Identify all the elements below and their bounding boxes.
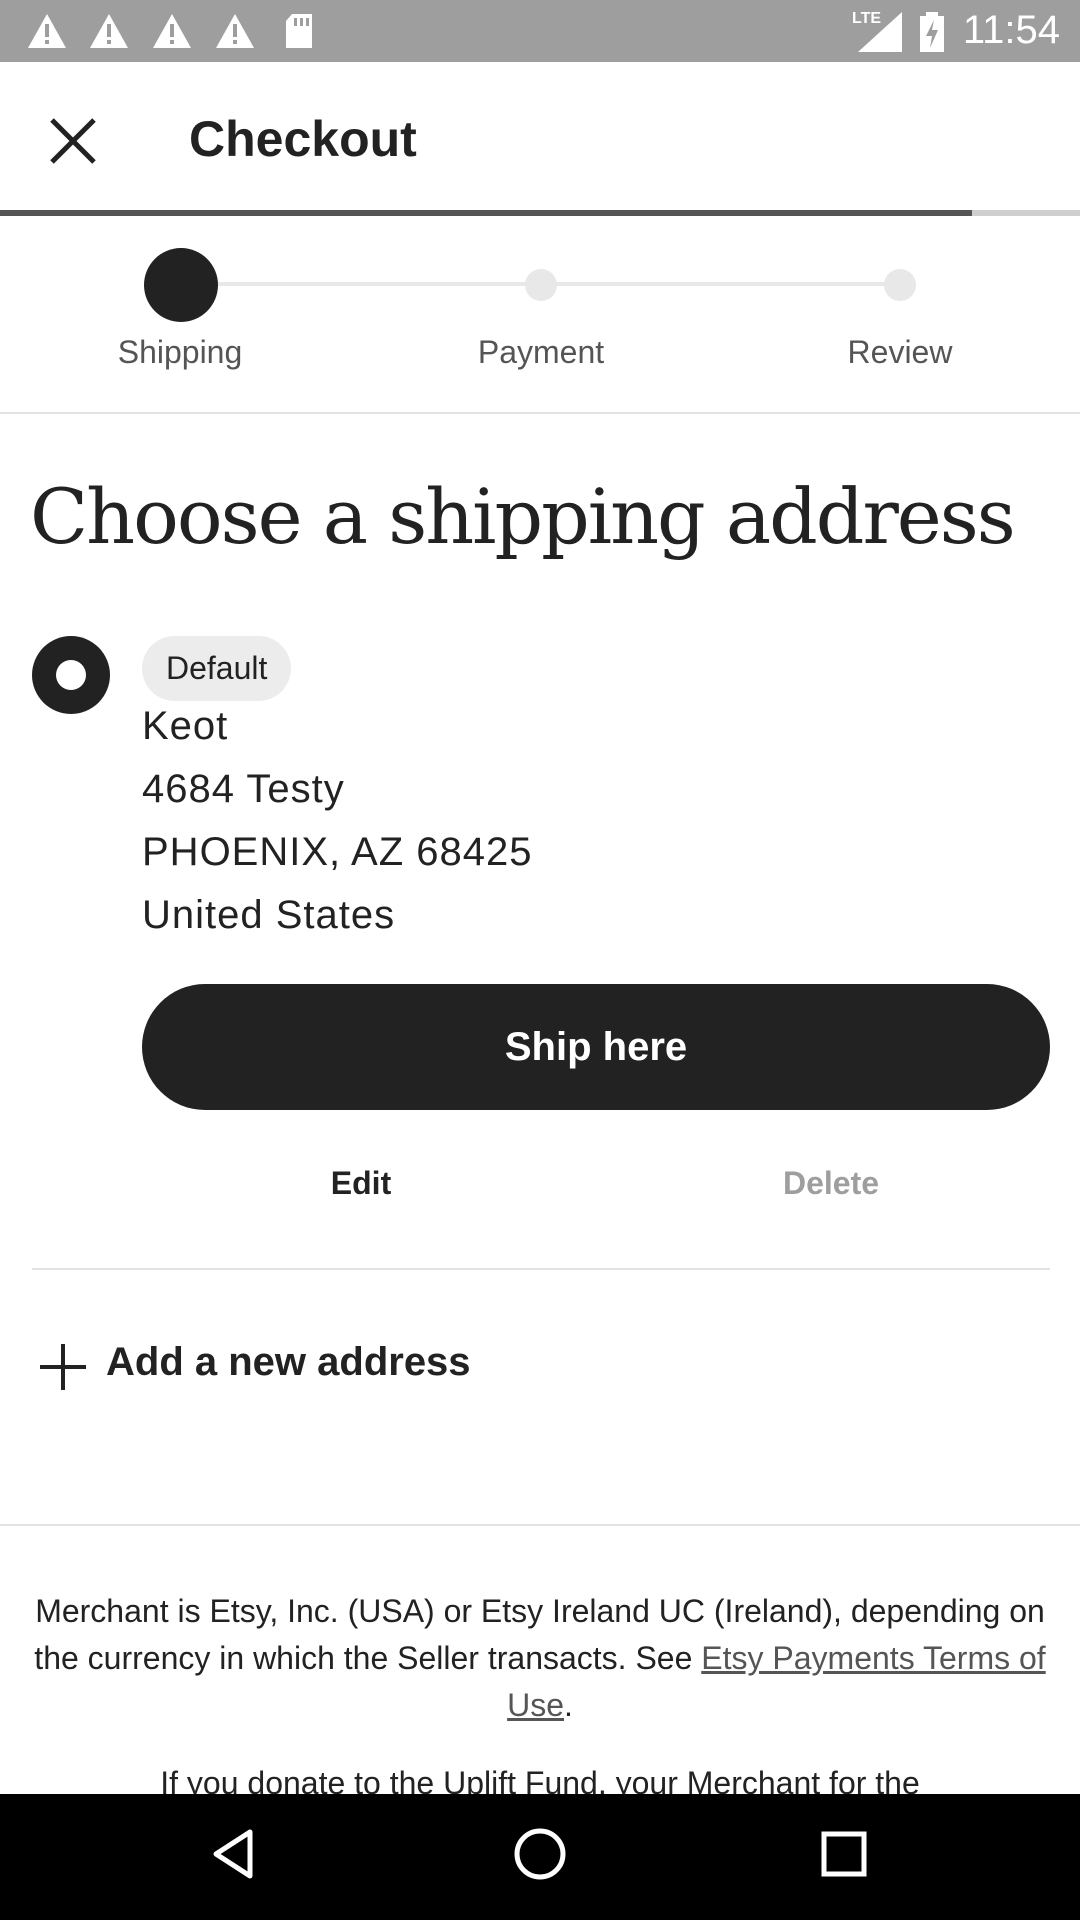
- divider: [0, 412, 1080, 414]
- uplift-disclaimer: If you donate to the Uplift Fund, your M…: [30, 1760, 1050, 1794]
- app-bar: Checkout: [0, 62, 1080, 212]
- warning-icon: [153, 14, 191, 48]
- divider: [0, 1524, 1080, 1526]
- clock: 11:54: [962, 8, 1060, 52]
- back-icon[interactable]: [206, 1824, 266, 1884]
- radio-selected-indicator: [56, 660, 86, 690]
- merchant-disclaimer: Merchant is Etsy, Inc. (USA) or Etsy Ire…: [30, 1588, 1050, 1729]
- signal-icon: [858, 12, 902, 52]
- step-dot-shipping: [144, 248, 218, 322]
- address-city-state-zip: PHOENIX, AZ 68425: [142, 830, 533, 874]
- page-title: Checkout: [189, 111, 417, 167]
- checkout-stepper: Shipping Payment Review: [0, 216, 1080, 412]
- uplift-text: If you donate to the Uplift Fund, your M…: [160, 1765, 920, 1794]
- step-label-shipping[interactable]: Shipping: [118, 334, 243, 371]
- address-country: United States: [142, 893, 396, 937]
- recents-icon[interactable]: [814, 1824, 874, 1884]
- add-new-address-label: Add a new address: [106, 1340, 471, 1384]
- edit-address-button[interactable]: Edit: [331, 1165, 391, 1202]
- warning-icon: [216, 14, 254, 48]
- step-label-payment[interactable]: Payment: [478, 334, 604, 371]
- delete-address-button[interactable]: Delete: [783, 1165, 879, 1202]
- merchant-text-end: .: [564, 1687, 573, 1723]
- default-badge: Default: [142, 636, 292, 701]
- divider: [32, 1268, 1050, 1270]
- plus-icon: [40, 1344, 86, 1390]
- close-icon: [50, 118, 96, 164]
- warning-icon: [90, 14, 128, 48]
- home-icon[interactable]: [510, 1824, 570, 1884]
- address-street: 4684 Testy: [142, 767, 345, 811]
- close-button[interactable]: [28, 96, 118, 186]
- step-label-review[interactable]: Review: [848, 334, 953, 371]
- ship-here-button[interactable]: Ship here: [142, 984, 1050, 1110]
- step-dot-payment: [525, 269, 557, 301]
- status-bar: LTE 11:54: [0, 0, 1080, 62]
- section-heading: Choose a shipping address: [30, 472, 1016, 561]
- address-name: Keot: [142, 704, 229, 748]
- address-radio-button[interactable]: [32, 636, 110, 714]
- navigation-bar: [0, 1794, 1080, 1920]
- warning-icon: [28, 14, 66, 48]
- battery-charging-icon: [920, 12, 944, 52]
- step-dot-review: [884, 269, 916, 301]
- sd-card-icon: [286, 14, 312, 48]
